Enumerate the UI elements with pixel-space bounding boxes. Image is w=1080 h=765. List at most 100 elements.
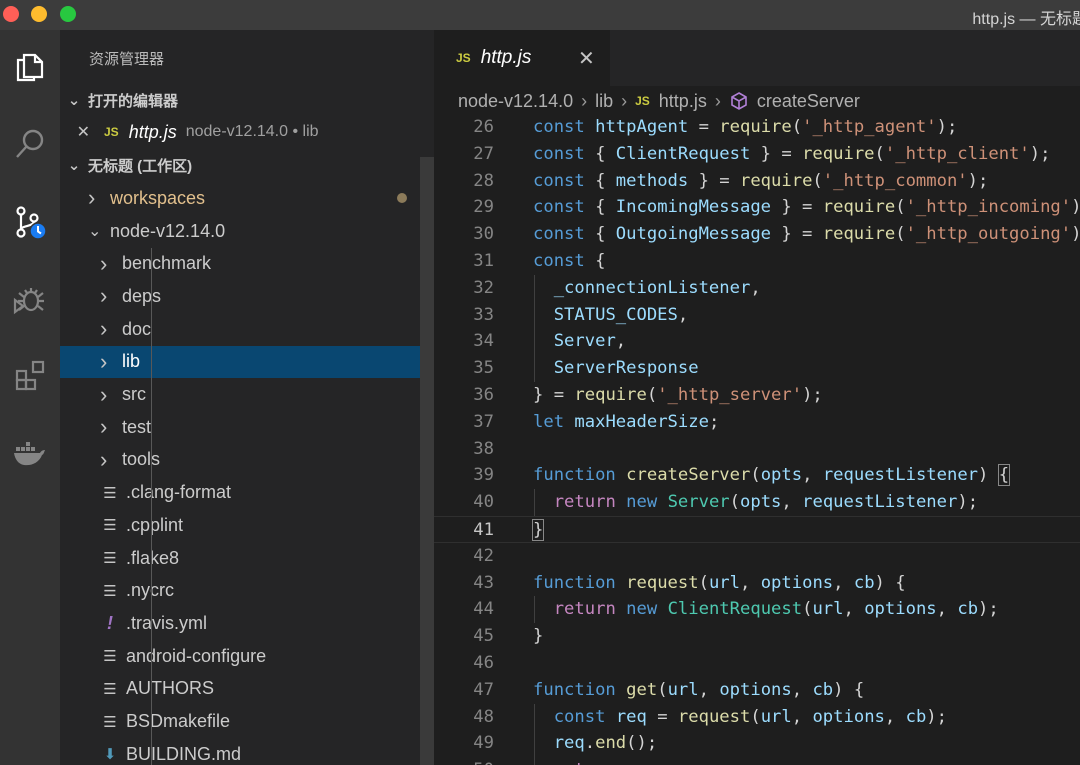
close-icon[interactable]: ✕ xyxy=(578,46,595,71)
tree-item[interactable]: › workspaces xyxy=(60,182,420,215)
code-line: 26 const httpAgent = require('_http_agent… xyxy=(434,114,1080,141)
code-token: , xyxy=(615,331,627,352)
file-lines-icon: ☰ xyxy=(103,713,117,731)
chevron-right-icon: › xyxy=(100,316,108,342)
tree-item[interactable]: › src xyxy=(60,378,420,411)
breadcrumb-item-folder[interactable]: lib xyxy=(595,91,613,112)
line-number: 39 xyxy=(473,465,494,486)
code-token: (); xyxy=(626,733,658,754)
tree-item-label: .clang-format xyxy=(126,482,232,503)
indent-guide xyxy=(151,248,152,765)
code-line: 43 function request(url, options, cb) { xyxy=(434,570,1080,597)
code-line: 29 const { IncomingMessage } = require('_… xyxy=(434,194,1080,221)
tree-item-label: doc xyxy=(122,318,152,339)
sidebar-scrollbar[interactable] xyxy=(420,157,434,765)
code-token: const xyxy=(553,706,606,727)
code-token: ( xyxy=(750,706,761,727)
code-line: 34 Server, xyxy=(434,328,1080,356)
search-icon[interactable] xyxy=(0,114,60,174)
code-text: function request(url, options, cb) { xyxy=(533,570,906,597)
close-window-button[interactable] xyxy=(3,6,19,22)
code-token: , xyxy=(750,277,761,298)
code-token: ); xyxy=(1029,143,1051,164)
tree-item-label: benchmark xyxy=(122,253,212,274)
code-token: } = xyxy=(771,197,823,218)
tree-item[interactable]: ☰ .cpplint xyxy=(60,509,420,542)
indent-guide xyxy=(534,355,535,382)
code-token: const xyxy=(533,224,585,245)
minimize-window-button[interactable] xyxy=(31,6,47,22)
tree-item[interactable]: ☰ .clang-format xyxy=(60,476,420,509)
code-token: Server xyxy=(553,331,616,352)
file-lines-icon: ☰ xyxy=(103,517,117,535)
indent-guide xyxy=(534,730,535,758)
tree-item[interactable]: › lib xyxy=(60,345,434,379)
tree-item[interactable]: ! .travis.yml xyxy=(60,607,420,640)
tab-bar: JS http.js ✕ xyxy=(434,30,1080,86)
chevron-right-icon: › xyxy=(581,90,588,111)
code-text: function createServer(opts, requestListe… xyxy=(533,462,1011,489)
code-token: options xyxy=(864,599,937,620)
chevron-right-icon: › xyxy=(100,283,108,309)
tree-item[interactable]: ☰ .flake8 xyxy=(60,542,420,575)
file-lines-icon: ☰ xyxy=(103,582,117,600)
tree-item[interactable]: ☰ android-configure xyxy=(60,640,420,673)
breadcrumb-item-symbol[interactable]: createServer xyxy=(757,91,860,112)
extensions-icon[interactable] xyxy=(0,346,60,406)
tree-item[interactable]: ☰ AUTHORS xyxy=(60,673,420,706)
code-token: ) xyxy=(978,465,999,486)
explorer-icon[interactable] xyxy=(0,37,60,97)
tree-item[interactable]: ☰ .nycrc xyxy=(60,574,420,607)
file-lines-icon: ☰ xyxy=(103,550,117,568)
code-token: url xyxy=(812,599,844,620)
code-token: , xyxy=(936,599,958,620)
tree-item[interactable]: › benchmark xyxy=(60,247,420,280)
code-token: ( xyxy=(895,197,906,218)
tree-item-label: android-configure xyxy=(126,645,267,666)
debug-icon[interactable] xyxy=(0,270,60,330)
zoom-window-button[interactable] xyxy=(60,6,76,22)
tree-item[interactable]: ☰ BSDmakefile xyxy=(60,705,420,738)
indent-guide xyxy=(534,703,535,731)
open-editor-item[interactable]: ✕ JS http.js node-v12.14.0 • lib xyxy=(60,116,420,149)
tree-item[interactable]: › test xyxy=(60,411,420,444)
line-number: 45 xyxy=(473,626,494,647)
code-text: const { methods } = require('_http_commo… xyxy=(533,168,988,195)
tab-http-js[interactable]: JS http.js ✕ xyxy=(434,30,610,86)
code-token: return xyxy=(554,760,616,765)
code-token: '_http_outgoing' xyxy=(905,224,1072,245)
breadcrumb-item-root[interactable]: node-v12.14.0 xyxy=(458,91,573,112)
indent-guide xyxy=(534,489,535,516)
line-number: 44 xyxy=(473,599,494,620)
code-token: ( xyxy=(812,170,823,191)
code-token: require xyxy=(802,143,875,164)
code-token: '_http_incoming' xyxy=(905,197,1072,218)
source-control-icon[interactable] xyxy=(0,192,60,252)
code-token: ); xyxy=(967,170,989,191)
code-token: , xyxy=(791,679,813,700)
tree-item[interactable]: › doc xyxy=(60,313,420,346)
close-icon[interactable]: ✕ xyxy=(60,122,90,142)
code-token: = xyxy=(688,117,720,137)
tree-item[interactable]: › deps xyxy=(60,280,420,313)
docker-icon[interactable] xyxy=(0,422,60,482)
code-token: cb xyxy=(812,679,834,700)
workspace-header[interactable]: ⌄ 无标题 (工作区) xyxy=(60,149,434,181)
tree-item[interactable]: ⌄ node-v12.14.0 xyxy=(60,215,420,248)
tree-item[interactable]: ⬇ BUILDING.md xyxy=(60,738,420,765)
code-token: , xyxy=(781,492,803,513)
code-token: let xyxy=(533,411,565,432)
breadcrumb-item-file[interactable]: http.js xyxy=(659,91,707,112)
tree-item[interactable]: › tools xyxy=(60,444,420,477)
indent-guide xyxy=(534,274,535,302)
line-number: 49 xyxy=(473,733,494,754)
open-editors-header[interactable]: ⌄ 打开的编辑器 xyxy=(60,84,434,116)
code-token: { xyxy=(584,143,616,164)
